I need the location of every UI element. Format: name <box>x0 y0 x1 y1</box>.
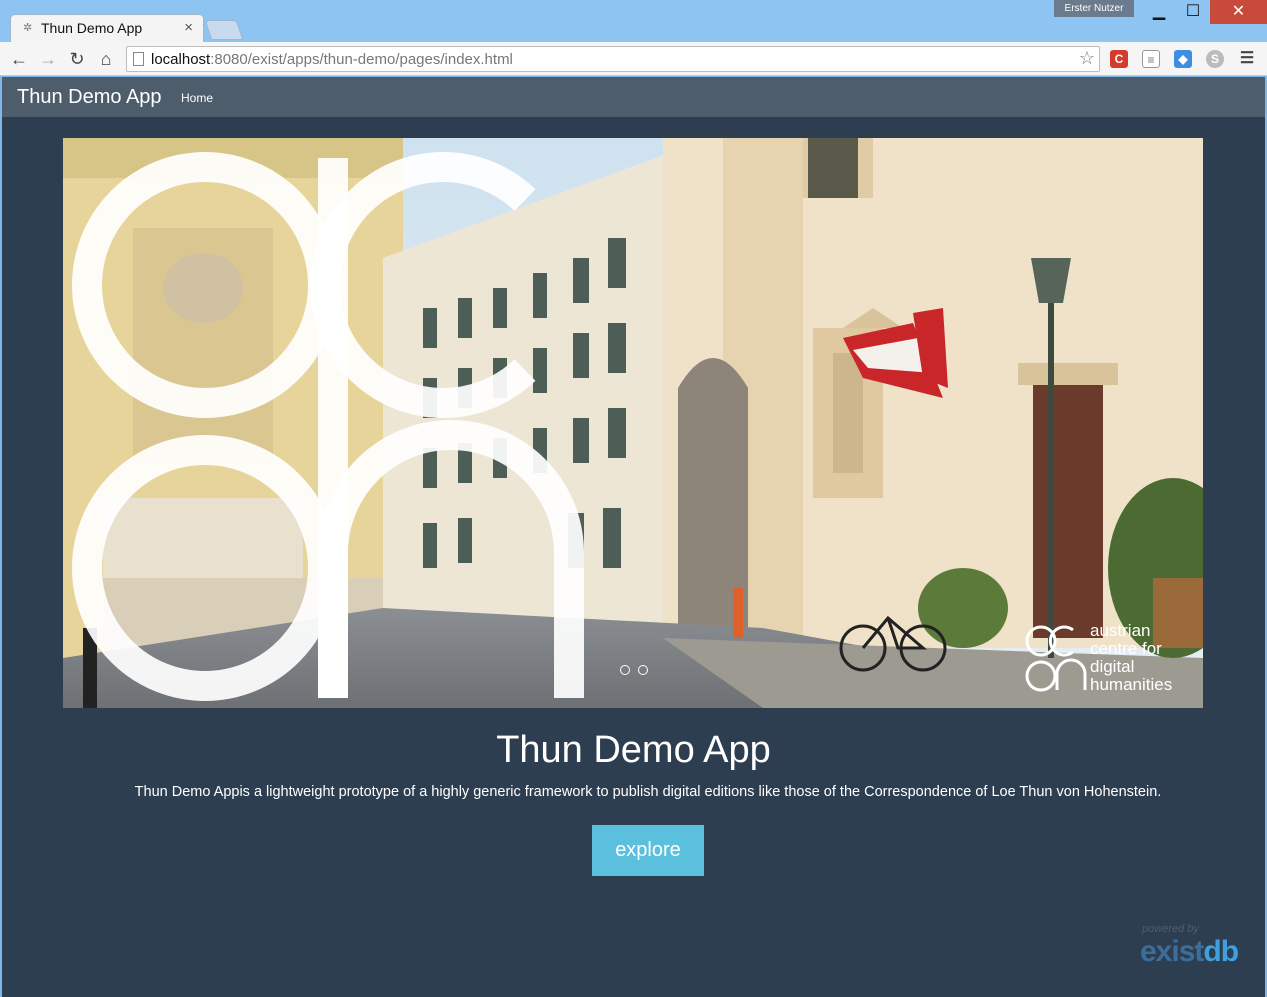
app-navbar: Thun Demo App Home <box>2 77 1265 117</box>
page-icon <box>133 52 144 66</box>
forward-arrow-icon[interactable]: → <box>37 48 59 70</box>
hero-description: Thun Demo Appis a lightweight prototype … <box>134 784 1162 800</box>
url-text[interactable]: localhost:8080/exist/apps/thun-demo/page… <box>151 51 513 68</box>
hero-title: Thun Demo App <box>496 729 771 771</box>
bookmark-star-icon[interactable]: ☆ <box>1079 48 1095 69</box>
existdb-logo-ex: exist <box>1140 935 1204 968</box>
window-title-bar: ✲ Thun Demo App × Erster Nutzer ▁ ☐ ✕ <box>0 0 1267 42</box>
tab-title: Thun Demo App <box>41 20 143 36</box>
powered-by-text: powered by <box>1142 923 1199 935</box>
logo-line-4: humanities <box>1090 675 1173 694</box>
existdb-logo[interactable]: existdb <box>1140 935 1239 969</box>
carousel-indicator-2[interactable] <box>638 665 649 675</box>
hamburger-menu-icon[interactable]: ☰ <box>1238 50 1256 68</box>
carousel-indicator-1[interactable] <box>620 665 630 675</box>
nav-home-link[interactable]: Home <box>181 91 213 105</box>
explore-button[interactable]: explore <box>592 825 704 876</box>
carousel-slide-image <box>63 138 1203 708</box>
extension-doc-icon[interactable]: ≡ <box>1142 50 1160 68</box>
tab-favicon-icon: ✲ <box>23 22 33 34</box>
extension-cube-icon[interactable]: ◆ <box>1174 50 1192 68</box>
app-page: Thun Demo App Home austrian centre for d… <box>2 77 1265 997</box>
tab-close-icon[interactable]: × <box>184 19 193 36</box>
browser-toolbar: ← → ↻ ⌂ localhost:8080/exist/apps/thun-d… <box>0 42 1267 76</box>
skype-icon[interactable]: S <box>1206 50 1224 68</box>
new-tab-button[interactable] <box>204 20 244 40</box>
carousel-indicators <box>620 662 649 680</box>
user-badge[interactable]: Erster Nutzer <box>1054 0 1134 17</box>
reload-icon[interactable]: ↻ <box>66 48 88 70</box>
logo-line-3: digital <box>1090 657 1135 676</box>
home-icon[interactable]: ⌂ <box>95 48 117 70</box>
address-bar[interactable]: localhost:8080/exist/apps/thun-demo/page… <box>126 46 1100 72</box>
browser-tab[interactable]: ✲ Thun Demo App × <box>10 14 204 42</box>
carousel-logo-text: austrian centre for digital humanities <box>1090 622 1172 694</box>
navbar-brand[interactable]: Thun Demo App <box>17 86 162 109</box>
logo-line-1: austrian <box>1090 621 1151 640</box>
maximize-icon[interactable]: ☐ <box>1176 0 1210 24</box>
hero-carousel[interactable]: austrian centre for digital humanities <box>63 138 1203 708</box>
logo-line-2: centre for <box>1090 639 1162 658</box>
existdb-logo-db: db <box>1203 935 1239 968</box>
minimize-icon[interactable]: ▁ <box>1142 0 1176 24</box>
extension-c-icon[interactable]: C <box>1110 50 1128 68</box>
close-window-icon[interactable]: ✕ <box>1210 0 1267 24</box>
back-arrow-icon[interactable]: ← <box>8 48 30 70</box>
